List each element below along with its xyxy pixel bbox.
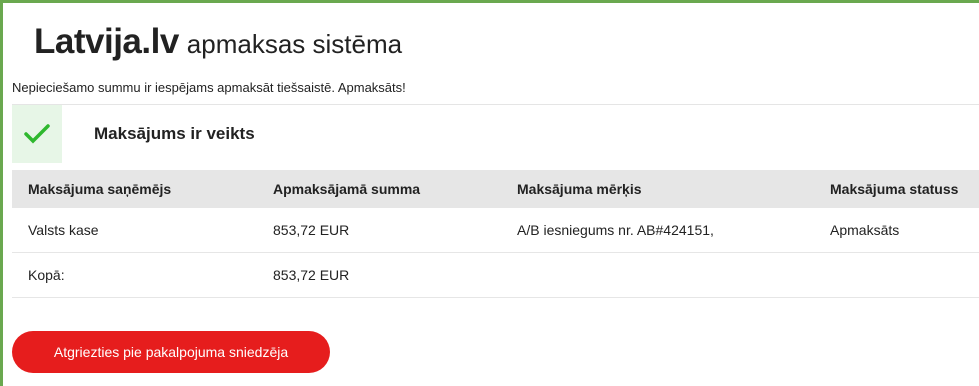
status-banner: Maksājums ir veikts xyxy=(12,104,979,163)
status-title: Maksājums ir veikts xyxy=(94,124,255,143)
table-header-row: Maksājuma saņēmējs Apmaksājamā summa Mak… xyxy=(12,170,979,208)
header-status: Maksājuma statuss xyxy=(830,181,959,197)
cell-status: Apmaksāts xyxy=(814,208,979,253)
check-icon xyxy=(12,105,62,163)
total-label: Kopā: xyxy=(12,252,257,298)
page-subtitle: apmaksas sistēma xyxy=(186,29,403,59)
latvija-logo: Latvija.lv xyxy=(34,22,179,61)
return-to-provider-button[interactable]: Atgriezties pie pakalpojuma sniedzēja xyxy=(12,331,330,373)
total-amount: 853,72 EUR xyxy=(257,252,501,298)
frame-left-border xyxy=(0,0,3,386)
total-empty-2 xyxy=(814,252,979,298)
payment-table: Maksājuma saņēmējs Apmaksājamā summa Mak… xyxy=(12,170,979,298)
header-purpose: Maksājuma mērķis xyxy=(517,181,642,197)
payment-notice: Nepieciešamo summu ir iespējams apmaksāt… xyxy=(12,80,406,95)
cell-purpose: A/B iesniegums nr. AB#424151, xyxy=(501,208,814,253)
total-row: Kopā: 853,72 EUR xyxy=(12,252,979,298)
header-recipient: Maksājuma saņēmējs xyxy=(28,181,172,197)
header-amount: Apmaksājamā summa xyxy=(273,181,421,197)
cell-recipient: Valsts kase xyxy=(12,208,257,253)
total-empty-1 xyxy=(501,252,814,298)
frame-top-border xyxy=(0,0,979,3)
page-header: Latvija.lv apmaksas sistēma xyxy=(34,22,402,66)
cell-amount: 853,72 EUR xyxy=(257,208,501,253)
table-row: Valsts kase 853,72 EUR A/B iesniegums nr… xyxy=(12,208,979,253)
